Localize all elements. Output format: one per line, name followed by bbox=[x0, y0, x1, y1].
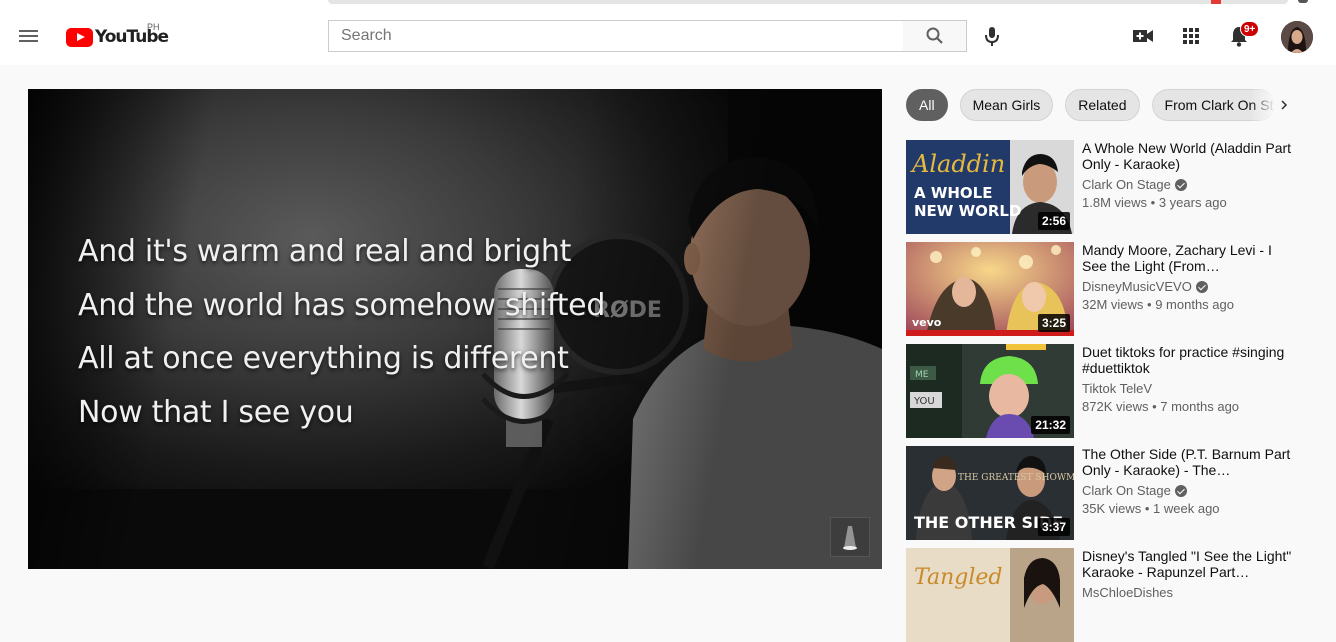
video-info: Duet tiktoks for practice #singing #duet… bbox=[1082, 344, 1297, 414]
channel-name-row: DisneyMusicVEVO bbox=[1082, 280, 1297, 294]
karaoke-lyrics: And it's warm and real and bright And th… bbox=[78, 225, 605, 439]
channel-name[interactable]: DisneyMusicVEVO bbox=[1082, 280, 1192, 294]
player-corner-button[interactable] bbox=[830, 517, 870, 557]
video-info: A Whole New World (Aladdin Part Only - K… bbox=[1082, 140, 1297, 210]
channel-name-row: Clark On Stage bbox=[1082, 178, 1297, 192]
search-button[interactable] bbox=[903, 20, 967, 52]
video-meta: 872K views • 7 months ago bbox=[1082, 399, 1240, 414]
related-video-item[interactable]: Tangled Disney's Tangled "I See the Ligh… bbox=[906, 548, 1306, 642]
channel-name-row: MsChloeDishes bbox=[1082, 586, 1297, 600]
upload-age: 1 week ago bbox=[1153, 501, 1220, 516]
related-video-item[interactable]: vevo 3:25 Mandy Moore, Zachary Levi - I … bbox=[906, 242, 1306, 336]
view-count: 872K views bbox=[1082, 399, 1149, 414]
lyric-line: And the world has somehow shifted bbox=[78, 287, 606, 323]
video-title[interactable]: Disney's Tangled "I See the Light" Karao… bbox=[1082, 548, 1297, 580]
video-thumbnail[interactable]: ME YOU 21:32 bbox=[906, 344, 1074, 438]
verified-check-icon bbox=[1174, 485, 1187, 497]
svg-text:NEW WORLD: NEW WORLD bbox=[914, 202, 1021, 220]
channel-name[interactable]: Clark On Stage bbox=[1082, 484, 1171, 498]
create-video-button[interactable] bbox=[1129, 22, 1157, 50]
chevron-right-icon bbox=[1281, 100, 1288, 110]
upload-age: 9 months ago bbox=[1155, 297, 1234, 312]
duration-badge: 3:37 bbox=[1037, 518, 1070, 536]
related-video-item[interactable]: THE GREATEST SHOWMAN THE OTHER SIDE 3:37… bbox=[906, 446, 1306, 540]
video-thumbnail[interactable]: Tangled bbox=[906, 548, 1074, 642]
video-title[interactable]: Mandy Moore, Zachary Levi - I See the Li… bbox=[1082, 242, 1297, 274]
chips-next-button[interactable] bbox=[1276, 97, 1292, 113]
duration-badge: 21:32 bbox=[1031, 416, 1070, 434]
avatar-image bbox=[1281, 21, 1313, 53]
svg-text:YOU: YOU bbox=[913, 396, 935, 407]
svg-text:Tangled: Tangled bbox=[914, 565, 1002, 590]
video-thumbnail[interactable]: Aladdin A WHOLE NEW WORLD 2:56 bbox=[906, 140, 1074, 234]
svg-text:A WHOLE: A WHOLE bbox=[914, 184, 993, 202]
video-info: Mandy Moore, Zachary Levi - I See the Li… bbox=[1082, 242, 1297, 312]
apps-grid-icon bbox=[1183, 28, 1199, 44]
video-meta: 35K views • 1 week ago bbox=[1082, 501, 1220, 516]
upload-age: 7 months ago bbox=[1160, 399, 1240, 414]
youtube-logo[interactable]: YouTube PH bbox=[66, 22, 169, 48]
browser-extension-badge bbox=[1211, 0, 1221, 4]
view-count: 32M views bbox=[1082, 297, 1144, 312]
voice-search-button[interactable] bbox=[978, 22, 1006, 50]
video-player[interactable]: RØDE And it's warm and real and bright A… bbox=[28, 89, 882, 569]
verified-check-icon bbox=[1195, 281, 1208, 293]
search-box bbox=[328, 20, 904, 52]
spotlight-icon bbox=[843, 526, 857, 550]
view-count: 1.8M views bbox=[1082, 195, 1148, 210]
svg-text:THE GREATEST SHOWMAN: THE GREATEST SHOWMAN bbox=[958, 473, 1074, 483]
chip-related[interactable]: Related bbox=[1065, 89, 1140, 121]
verified-check-icon bbox=[1174, 179, 1187, 191]
chip-all[interactable]: All bbox=[906, 89, 948, 121]
chip-mean-girls[interactable]: Mean Girls bbox=[959, 89, 1054, 121]
lyric-line: All at once everything is different bbox=[78, 341, 569, 376]
video-meta: 32M views • 9 months ago bbox=[1082, 297, 1234, 312]
channel-name[interactable]: Tiktok TeleV bbox=[1082, 382, 1152, 396]
chip-from-channel[interactable]: From Clark On Stage bbox=[1151, 89, 1275, 121]
video-thumbnail[interactable]: vevo 3:25 bbox=[906, 242, 1074, 336]
channel-name-row: Tiktok TeleV bbox=[1082, 382, 1297, 396]
svg-text:ME: ME bbox=[915, 370, 929, 380]
video-info: Disney's Tangled "I See the Light" Karao… bbox=[1082, 548, 1297, 600]
masthead: YouTube PH Search 9+ bbox=[0, 6, 1336, 65]
microphone-icon bbox=[985, 27, 999, 46]
video-meta: 1.8M views • 3 years ago bbox=[1082, 195, 1227, 210]
upload-age: 3 years ago bbox=[1158, 195, 1227, 210]
search-input[interactable] bbox=[329, 21, 903, 51]
logo-region: PH bbox=[147, 22, 160, 32]
search-icon bbox=[926, 27, 943, 44]
duration-badge: 2:56 bbox=[1037, 212, 1070, 230]
video-thumbnail[interactable]: THE GREATEST SHOWMAN THE OTHER SIDE 3:37 bbox=[906, 446, 1074, 540]
youtube-play-icon bbox=[66, 27, 93, 47]
lyric-line: And it's warm and real and bright bbox=[78, 234, 572, 269]
browser-profile-edge bbox=[1298, 0, 1308, 3]
thumbnail-image: Tangled bbox=[906, 548, 1074, 642]
channel-name[interactable]: Clark On Stage bbox=[1082, 178, 1171, 192]
video-camera-plus-icon bbox=[1133, 30, 1153, 42]
view-count: 35K views bbox=[1082, 501, 1142, 516]
browser-address-edge bbox=[328, 0, 1288, 4]
video-title[interactable]: Duet tiktoks for practice #singing #duet… bbox=[1082, 344, 1297, 376]
hamburger-menu-icon[interactable] bbox=[16, 23, 42, 49]
video-title[interactable]: A Whole New World (Aladdin Part Only - K… bbox=[1082, 140, 1297, 172]
notification-count-badge: 9+ bbox=[1240, 21, 1260, 37]
lyric-line: Now that I see you bbox=[78, 394, 354, 430]
channel-name-row: Clark On Stage bbox=[1082, 484, 1297, 498]
apps-button[interactable] bbox=[1177, 22, 1205, 50]
channel-name[interactable]: MsChloeDishes bbox=[1082, 586, 1173, 600]
svg-text:Aladdin: Aladdin bbox=[910, 150, 1005, 178]
duration-badge: 3:25 bbox=[1037, 314, 1070, 332]
account-avatar[interactable] bbox=[1281, 21, 1313, 53]
svg-text:vevo: vevo bbox=[912, 316, 942, 329]
related-video-item[interactable]: ME YOU 21:32 Duet tiktoks for practice #… bbox=[906, 344, 1306, 438]
video-info: The Other Side (P.T. Barnum Part Only - … bbox=[1082, 446, 1297, 516]
related-video-item[interactable]: Aladdin A WHOLE NEW WORLD 2:56 A Whole N… bbox=[906, 140, 1306, 234]
filter-chips: All Mean Girls Related From Clark On Sta… bbox=[906, 89, 1275, 121]
video-title[interactable]: The Other Side (P.T. Barnum Part Only - … bbox=[1082, 446, 1297, 478]
